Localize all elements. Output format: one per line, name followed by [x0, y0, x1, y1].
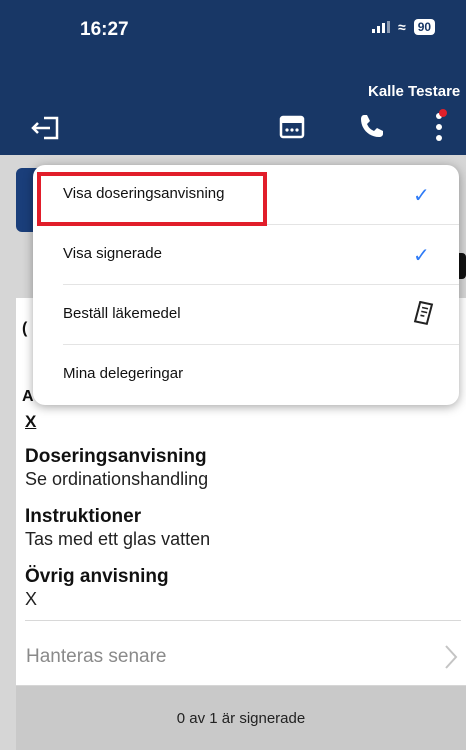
instructions-value: Tas med ett glas vatten [25, 529, 211, 549]
logout-icon[interactable] [30, 115, 60, 146]
background-fragment: A [22, 388, 34, 405]
status-time: 16:27 [80, 19, 129, 40]
other-instructions-title: Övrig anvisning [25, 566, 169, 587]
menu-item-label: Mina delegeringar [63, 365, 184, 382]
highlight-box [37, 172, 267, 226]
instructions-title: Instruktioner [25, 506, 142, 527]
handle-later-row[interactable]: Hanteras senare [16, 628, 466, 685]
signed-status-text: 0 av 1 är signerade [176, 709, 306, 727]
chevron-right-icon [444, 644, 458, 675]
calendar-icon[interactable] [278, 112, 306, 145]
dosage-value: Se ordinationshandling [25, 469, 209, 489]
signed-status-bar: 0 av 1 är signerade [16, 686, 466, 750]
order-form-icon [413, 300, 435, 330]
background-fragment: ( [22, 320, 28, 337]
app-header: 16:27 ≈ 90 Kalle Testare [0, 0, 466, 155]
other-instructions-value: X [25, 589, 38, 609]
more-menu-icon[interactable] [430, 108, 450, 153]
menu-item-my-delegations[interactable]: Mina delegeringar [33, 345, 459, 405]
menu-item-label: Visa signerade [63, 245, 162, 262]
other-instructions-section: Övrig anvisning X [25, 566, 169, 610]
menu-item-show-signed[interactable]: Visa signerade ✓ [33, 225, 459, 285]
instructions-section: Instruktioner Tas med ett glas vatten [25, 506, 210, 550]
wifi-icon: ≈ [398, 19, 406, 35]
signal-icon [372, 21, 390, 33]
checkmark-icon: ✓ [413, 185, 430, 207]
menu-item-order-medication[interactable]: Beställ läkemedel [33, 285, 459, 345]
handle-later-label: Hanteras senare [26, 645, 167, 667]
battery-badge: 90 [413, 19, 436, 35]
user-name: Kalle Testare [368, 83, 461, 100]
phone-icon[interactable] [358, 112, 386, 145]
checkmark-icon: ✓ [413, 245, 430, 267]
menu-item-label: Beställ läkemedel [63, 305, 181, 322]
dosage-section: Doseringsanvisning Se ordinationshandlin… [25, 446, 208, 490]
status-indicators: ≈ 90 [372, 19, 436, 35]
dosage-title: Doseringsanvisning [25, 446, 207, 467]
divider [25, 620, 461, 621]
x-marker: X [25, 412, 37, 431]
